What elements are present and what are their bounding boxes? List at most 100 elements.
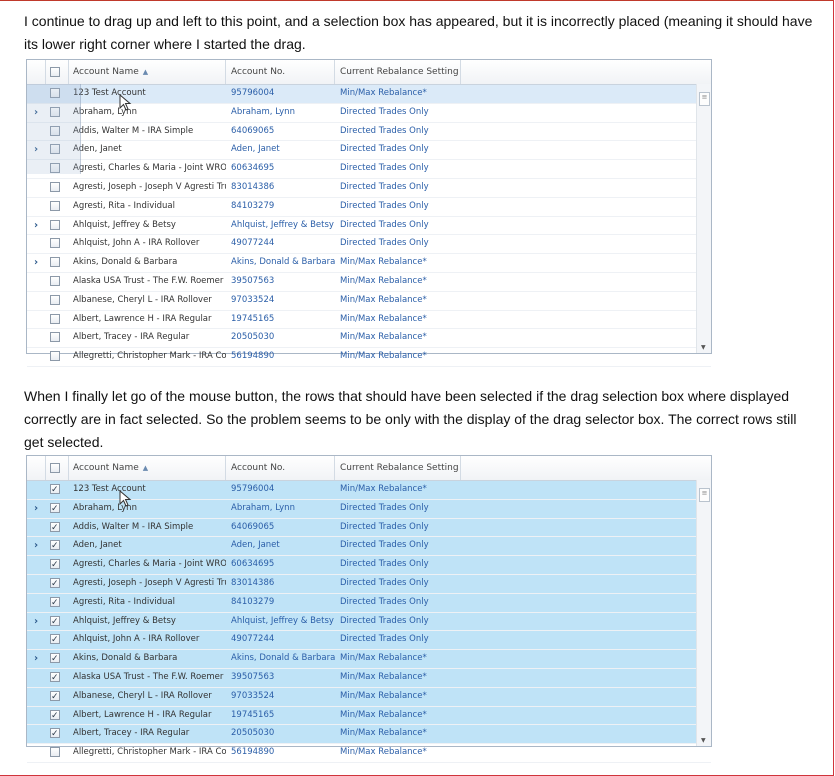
account-name-cell[interactable]: Albert, Tracey - IRA Regular (68, 725, 226, 744)
account-number-cell[interactable]: Akins, Donald & Barbara (226, 650, 335, 668)
select-cell[interactable] (45, 537, 68, 555)
select-cell[interactable] (45, 519, 68, 536)
account-name-cell[interactable]: Ahlquist, Jeffrey & Betsy (68, 217, 226, 235)
column-header-rebalance[interactable]: Current Rebalance Setting (335, 456, 461, 480)
select-cell[interactable] (45, 650, 68, 668)
row-checkbox[interactable] (50, 144, 60, 155)
table-row[interactable]: Allegretti, Christopher Mark - IRA Contr… (27, 348, 711, 367)
row-checkbox[interactable] (50, 482, 60, 499)
rebalance-setting-cell[interactable]: Min/Max Rebalance* (335, 668, 461, 687)
select-cell[interactable] (45, 707, 68, 724)
account-grid-dragging[interactable]: Account Name ▲ Account No. Current Rebalanc… (26, 59, 712, 367)
account-name-cell[interactable]: Albert, Lawrence H - IRA Regular (68, 311, 226, 329)
account-number-cell[interactable]: Abraham, Lynn (226, 104, 335, 122)
table-row[interactable]: ›Abraham, LynnAbraham, LynnDirected Trad… (27, 104, 711, 123)
select-cell[interactable] (45, 631, 68, 649)
account-name-cell[interactable]: Albert, Lawrence H - IRA Regular (68, 706, 226, 725)
row-checkbox[interactable] (50, 651, 60, 668)
row-checkbox[interactable] (50, 632, 60, 649)
expand-chevron-icon[interactable]: › (34, 653, 38, 664)
account-name-cell[interactable]: Akins, Donald & Barbara (68, 650, 226, 668)
row-checkbox[interactable] (50, 538, 60, 555)
expand-chevron-icon[interactable]: › (34, 144, 38, 155)
account-name-cell[interactable]: Agresti, Charles & Maria - Joint WROS (68, 160, 226, 178)
scroll-down-icon[interactable]: ▼ (701, 344, 706, 351)
expand-chevron-icon[interactable]: › (34, 503, 38, 514)
row-checkbox[interactable] (50, 670, 60, 687)
rebalance-setting-cell[interactable]: Directed Trades Only (335, 631, 461, 650)
rebalance-setting-cell[interactable]: Min/Max Rebalance* (335, 706, 461, 725)
row-checkbox[interactable] (50, 595, 60, 612)
rebalance-setting-cell[interactable]: Directed Trades Only (335, 556, 461, 574)
account-name-cell[interactable]: Allegretti, Christopher Mark - IRA Contr… (68, 744, 226, 762)
select-cell[interactable] (45, 292, 68, 310)
rebalance-setting-cell[interactable]: Directed Trades Only (335, 537, 461, 556)
row-checkbox[interactable] (50, 181, 60, 192)
row-checkbox[interactable] (50, 294, 60, 305)
header-select-all[interactable] (45, 456, 69, 480)
rebalance-setting-cell[interactable]: Min/Max Rebalance* (335, 273, 461, 291)
rebalance-setting-cell[interactable]: Min/Max Rebalance* (335, 725, 461, 744)
row-checkbox[interactable] (50, 501, 60, 518)
rebalance-setting-cell[interactable]: Min/Max Rebalance* (335, 687, 461, 706)
row-checkbox[interactable] (50, 313, 60, 324)
expand-cell[interactable]: › (27, 500, 45, 518)
select-cell[interactable] (45, 688, 68, 706)
rebalance-setting-cell[interactable]: Directed Trades Only (335, 593, 461, 612)
account-name-cell[interactable]: Agresti, Joseph - Joseph V Agresti Trust (68, 574, 226, 593)
table-row[interactable]: Agresti, Joseph - Joseph V Agresti Trust… (27, 179, 711, 198)
account-name-cell[interactable]: Addis, Walter M - IRA Simple (68, 123, 226, 141)
rebalance-setting-cell[interactable]: Min/Max Rebalance* (335, 311, 461, 329)
account-number-cell[interactable]: Aden, Janet (226, 141, 335, 159)
select-cell[interactable] (45, 481, 68, 499)
table-row[interactable]: Albanese, Cheryl L - IRA Rollover9703352… (27, 292, 711, 311)
rebalance-setting-cell[interactable]: Directed Trades Only (335, 123, 461, 141)
column-header-account-name[interactable]: Account Name ▲ (68, 60, 226, 84)
expand-cell[interactable]: › (27, 104, 45, 122)
rebalance-setting-cell[interactable]: Directed Trades Only (335, 217, 461, 235)
account-name-cell[interactable]: Agresti, Rita - Individual (68, 198, 226, 216)
table-row[interactable]: Alaska USA Trust - The F.W. Roemer Trust… (27, 668, 711, 688)
rebalance-setting-cell[interactable]: Directed Trades Only (335, 160, 461, 178)
select-cell[interactable] (45, 235, 68, 253)
account-name-cell[interactable]: Ahlquist, John A - IRA Rollover (68, 631, 226, 650)
select-cell[interactable] (45, 744, 68, 762)
rebalance-setting-cell[interactable]: Directed Trades Only (335, 499, 461, 518)
select-cell[interactable] (45, 500, 68, 518)
table-row[interactable]: Albert, Tracey - IRA Regular 20505030 Min/… (27, 329, 711, 349)
row-checkbox[interactable] (50, 557, 60, 574)
row-checkbox[interactable] (50, 614, 60, 630)
column-header-account-name[interactable]: Account Name ▲ (68, 456, 226, 480)
account-name-cell[interactable]: Ahlquist, John A - IRA Rollover (68, 235, 226, 253)
scroll-down-icon[interactable]: ▼ (701, 737, 706, 744)
account-name-cell[interactable]: Agresti, Charles & Maria - Joint WROS (68, 556, 226, 574)
account-grid-selected[interactable]: Account Name ▲ Account No. Current Rebalanc… (26, 455, 712, 763)
account-name-cell[interactable]: Albanese, Cheryl L - IRA Rollover (68, 687, 226, 706)
table-row[interactable]: 123 Test Account 95796004 Min/Max Rebalanc… (27, 85, 711, 104)
select-cell[interactable] (45, 141, 68, 159)
select-cell[interactable] (45, 217, 68, 235)
row-checkbox[interactable] (50, 708, 60, 724)
table-row[interactable]: ›Aden, JanetAden, JanetDirected Trades O… (27, 141, 711, 161)
expand-cell[interactable]: › (27, 254, 45, 272)
expand-cell[interactable]: › (27, 141, 45, 159)
account-name-cell[interactable]: Albert, Tracey - IRA Regular (68, 329, 226, 347)
account-number-cell[interactable]: Akins, Donald & Barbara (226, 254, 335, 272)
select-cell[interactable] (45, 104, 68, 122)
expand-cell[interactable]: › (27, 650, 45, 668)
expand-cell[interactable]: › (27, 217, 45, 235)
account-number-cell[interactable]: Abraham, Lynn (226, 499, 335, 518)
row-checkbox[interactable] (50, 520, 60, 536)
select-cell[interactable] (45, 179, 68, 197)
rebalance-setting-cell[interactable]: Min/Max Rebalance* (335, 254, 461, 272)
select-cell[interactable] (45, 329, 68, 347)
expand-cell[interactable]: › (27, 613, 45, 631)
select-cell[interactable] (45, 348, 68, 366)
row-checkbox[interactable] (50, 332, 60, 343)
account-name-cell[interactable]: Addis, Walter M - IRA Simple (68, 518, 226, 537)
expand-chevron-icon[interactable]: › (34, 616, 38, 627)
column-header-account-no[interactable]: Account No. (226, 60, 335, 84)
table-row[interactable]: Agresti, Joseph - Joseph V Agresti Trust… (27, 574, 711, 594)
table-row[interactable]: Albanese, Cheryl L - IRA Rollover9703352… (27, 687, 711, 707)
row-checkbox[interactable] (50, 219, 60, 230)
